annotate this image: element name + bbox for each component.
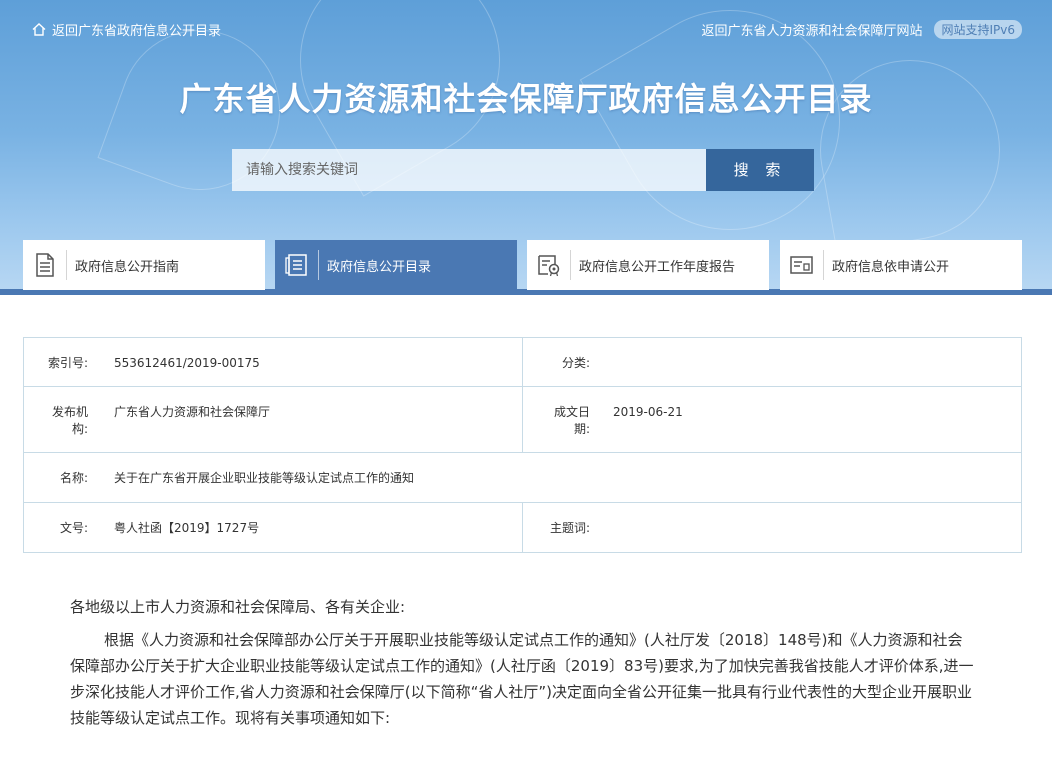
tab-annual-report[interactable]: 政府信息公开工作年度报告 (527, 240, 769, 290)
back-to-catalog-link[interactable]: 返回广东省政府信息公开目录 (32, 20, 221, 39)
body-paragraph: 根据《人力资源和社会保障部办公厅关于开展职业技能等级认定试点工作的通知》(人社厅… (70, 631, 974, 727)
application-form-icon (780, 250, 824, 280)
ipv6-badge: 网站支持IPv6 (934, 20, 1022, 39)
document-body: 各地级以上市人力资源和社会保障局、各有关企业: 根据《人力资源和社会保障部办公厅… (70, 594, 975, 731)
metadata-row: 发布机构: 广东省人力资源和社会保障厅 成文日期: 2019-06-21 (24, 387, 1021, 453)
column-divider (522, 503, 523, 553)
dept-site-link[interactable]: 返回广东省人力资源和社会保障厅网站 (701, 20, 922, 39)
date-label-line2: 期: (573, 422, 590, 436)
tab-disclosure-catalog[interactable]: 政府信息公开目录 (275, 240, 517, 290)
catalog-icon (275, 250, 319, 280)
tab-label: 政府信息公开目录 (327, 259, 432, 275)
column-divider (522, 338, 523, 386)
greeting-line: 各地级以上市人力资源和社会保障局、各有关企业: (70, 598, 406, 616)
date-label-line1: 成文日 (553, 405, 590, 419)
name-label: 名称: (59, 471, 88, 485)
tab-disclosure-guide[interactable]: 政府信息公开指南 (23, 240, 265, 290)
doc-number-label: 文号: (59, 521, 88, 535)
search-input[interactable] (232, 149, 706, 191)
tab-label: 政府信息公开指南 (75, 259, 180, 275)
category-label: 分类: (561, 356, 590, 370)
top-right-links: 返回广东省人力资源和社会保障厅网站 网站支持IPv6 (701, 20, 1022, 39)
metadata-row: 索引号: 553612461/2019-00175 分类: (24, 338, 1021, 387)
subject-label: 主题词: (549, 521, 590, 535)
column-divider (522, 387, 523, 452)
name-value: 关于在广东省开展企业职业技能等级认定试点工作的通知 (114, 471, 415, 485)
search-button[interactable]: 搜 索 (706, 149, 814, 191)
tab-apply-disclosure[interactable]: 政府信息依申请公开 (780, 240, 1022, 290)
publisher-label-line1: 发布机 (51, 405, 88, 419)
publisher-label: 发布机构: (28, 404, 88, 438)
home-icon (32, 23, 46, 36)
document-metadata-table: 索引号: 553612461/2019-00175 分类: 发布机构: 广东省人… (23, 337, 1022, 553)
tab-label: 政府信息依申请公开 (832, 259, 950, 275)
metadata-row: 名称: 关于在广东省开展企业职业技能等级认定试点工作的通知 (24, 453, 1021, 503)
date-label: 成文日期: (530, 404, 590, 438)
page-title: 广东省人力资源和社会保障厅政府信息公开目录 (179, 80, 873, 118)
date-value: 2019-06-21 (613, 405, 683, 419)
index-label: 索引号: (47, 356, 88, 370)
publisher-label-line2: 构: (71, 422, 88, 436)
doc-number-value: 粤人社函【2019】1727号 (114, 521, 260, 535)
publisher-value: 广东省人力资源和社会保障厅 (114, 405, 271, 419)
report-certificate-icon (527, 250, 571, 280)
metadata-row: 文号: 粤人社函【2019】1727号 主题词: (24, 503, 1021, 553)
document-list-icon (23, 250, 67, 280)
back-link-label: 返回广东省政府信息公开目录 (52, 24, 222, 39)
index-value: 553612461/2019-00175 (114, 356, 260, 370)
tab-label: 政府信息公开工作年度报告 (579, 259, 736, 275)
